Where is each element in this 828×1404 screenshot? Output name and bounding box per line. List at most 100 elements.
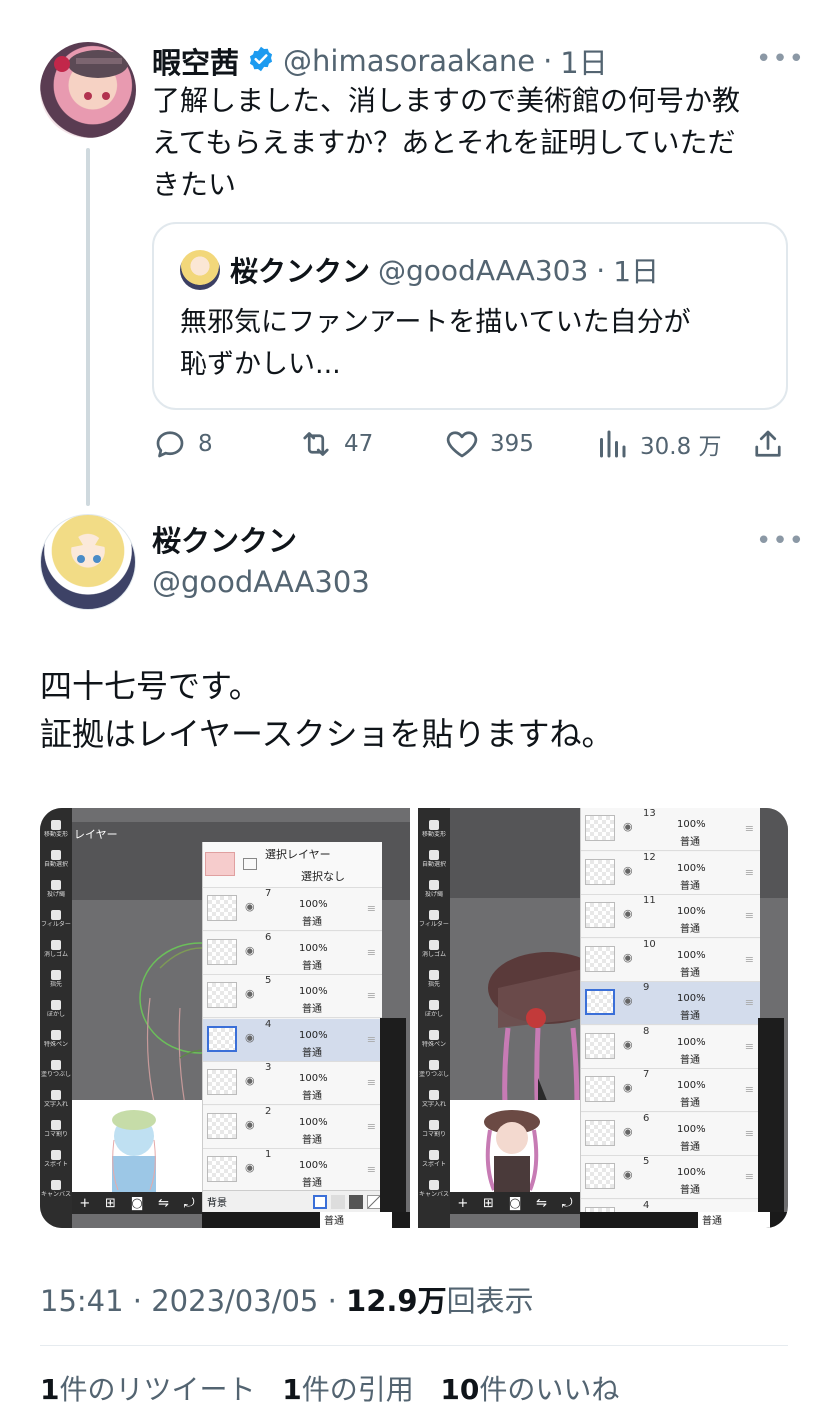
tool-item[interactable]: 自動選択	[40, 846, 72, 876]
drag-handle-icon[interactable]: ≡	[745, 953, 754, 966]
eye-icon[interactable]: ◉	[623, 1168, 633, 1181]
background-row[interactable]: 背景	[203, 1190, 382, 1212]
drag-handle-icon[interactable]: ≡	[367, 946, 376, 959]
add-layer-icon[interactable]: ⊞	[105, 1196, 116, 1211]
drag-handle-icon[interactable]: ≡	[745, 1040, 754, 1053]
eye-icon[interactable]: ◉	[245, 1031, 255, 1044]
avatar-himasoraakane[interactable]	[40, 42, 136, 138]
layer-row[interactable]: 11 ◉ 100% 普通 ≡	[581, 895, 760, 938]
retweet-button[interactable]: 47	[298, 426, 373, 462]
tool-item[interactable]: フィルター	[40, 906, 72, 936]
tool-item[interactable]: 塗りつぶし	[40, 1056, 72, 1086]
layer-row[interactable]: 9 ◉ 100% 普通 ≡	[581, 982, 760, 1025]
tool-item[interactable]: コマ割り	[40, 1116, 72, 1146]
camera-icon[interactable]: ◙	[509, 1196, 522, 1211]
quoted-tweet-card[interactable]: 桜クンクン @goodAAA303 · 1日 無邪気にファンアートを描いていた自…	[152, 222, 788, 410]
eye-icon[interactable]: ◉	[245, 900, 255, 913]
layer-row[interactable]: 10 ◉ 100% 普通 ≡	[581, 938, 760, 982]
tweet-time[interactable]: 15:41	[40, 1284, 124, 1318]
eye-icon[interactable]: ◉	[245, 1118, 255, 1131]
eye-icon[interactable]: ◉	[623, 1125, 633, 1138]
tool-item[interactable]: 特殊ペン	[418, 1026, 450, 1056]
tool-item[interactable]: ぼかし	[418, 996, 450, 1026]
eye-icon[interactable]: ◉	[623, 907, 633, 920]
tweet-date[interactable]: 2023/03/05	[151, 1284, 318, 1318]
tool-item[interactable]: スポイト	[418, 1146, 450, 1176]
flip-icon[interactable]: ⇋	[158, 1196, 169, 1211]
eye-icon[interactable]: ◉	[623, 820, 633, 833]
layer-row[interactable]: 12 ◉ 100% 普通 ≡	[581, 851, 760, 895]
bg-gray-swatch[interactable]	[331, 1195, 345, 1209]
avatar-goodAAA303[interactable]	[40, 514, 136, 610]
tool-item[interactable]: 投げ縄	[418, 876, 450, 906]
tool-item[interactable]: 文字入れ	[418, 1086, 450, 1116]
main-display-name[interactable]: 桜クンクン	[152, 522, 370, 560]
eye-icon[interactable]: ◉	[623, 1038, 633, 1051]
retweets-stat[interactable]: 1件のリツイート	[40, 1373, 256, 1404]
drag-handle-icon[interactable]: ≡	[745, 996, 754, 1009]
tool-item[interactable]: 指先	[40, 966, 72, 996]
drag-handle-icon[interactable]: ≡	[745, 1083, 754, 1096]
blend-mode-select[interactable]: 普通	[320, 1212, 392, 1228]
tool-item[interactable]: 移動変形	[40, 816, 72, 846]
drag-handle-icon[interactable]: ≡	[367, 1120, 376, 1133]
flip-icon[interactable]: ⇋	[536, 1196, 547, 1211]
drag-handle-icon[interactable]: ≡	[367, 1076, 376, 1089]
layer-row[interactable]: 7 ◉ 100% 普通 ≡	[581, 1069, 760, 1112]
selection-checkbox[interactable]	[243, 858, 257, 870]
display-name[interactable]: 暇空茜	[152, 40, 239, 82]
tool-item[interactable]: フィルター	[418, 906, 450, 936]
add-layer-icon[interactable]: ⊞	[483, 1196, 494, 1211]
tool-item[interactable]: 塗りつぶし	[418, 1056, 450, 1086]
eye-icon[interactable]: ◉	[245, 944, 255, 957]
eye-icon[interactable]: ◉	[623, 1081, 633, 1094]
camera-icon[interactable]: ◙	[131, 1196, 144, 1211]
tool-item[interactable]: 投げ縄	[40, 876, 72, 906]
tool-item[interactable]: スポイト	[40, 1146, 72, 1176]
add-icon[interactable]: +	[79, 1196, 90, 1211]
drag-handle-icon[interactable]: ≡	[745, 909, 754, 922]
eye-icon[interactable]: ◉	[623, 994, 633, 1007]
drag-handle-icon[interactable]: ≡	[367, 989, 376, 1002]
layer-row[interactable]: 8 ◉ 100% 普通 ≡	[581, 1025, 760, 1069]
layer-row[interactable]: 5 ◉ 100% 普通 ≡	[203, 975, 382, 1018]
eye-icon[interactable]: ◉	[623, 951, 633, 964]
rotate-icon[interactable]: ⤾	[562, 1196, 573, 1211]
layer-row[interactable]: 13 ◉ 100% 普通 ≡	[581, 808, 760, 851]
drag-handle-icon[interactable]: ≡	[367, 1033, 376, 1046]
drag-handle-icon[interactable]: ≡	[745, 1127, 754, 1140]
drag-handle-icon[interactable]: ≡	[367, 1163, 376, 1176]
attached-image-2[interactable]: 移動変形 自動選択 投げ縄 フィルター 消しゴム 指先 ぼかし 特殊ペン 塗りつぶし 文字入れ コマ…	[418, 808, 788, 1228]
tool-item[interactable]: 消しゴム	[418, 936, 450, 966]
tool-item[interactable]: 指先	[418, 966, 450, 996]
layer-row[interactable]: 6 ◉ 100% 普通 ≡	[581, 1112, 760, 1156]
reply-button[interactable]: 8	[152, 426, 213, 462]
bg-none-swatch[interactable]	[367, 1195, 381, 1209]
drag-handle-icon[interactable]: ≡	[745, 822, 754, 835]
layer-row[interactable]: 6 ◉ 100% 普通 ≡	[203, 931, 382, 975]
eye-icon[interactable]: ◉	[245, 987, 255, 1000]
blend-mode-select[interactable]: 普通	[698, 1212, 770, 1228]
like-button[interactable]: 395	[444, 426, 534, 462]
quotes-stat[interactable]: 1件の引用	[282, 1373, 414, 1404]
rotate-icon[interactable]: ⤾	[184, 1196, 195, 1211]
layer-row[interactable]: 3 ◉ 100% 普通 ≡	[203, 1062, 382, 1105]
likes-stat[interactable]: 10件のいいね	[440, 1373, 619, 1404]
layer-row[interactable]: 4 ◉ 100% 普通 ≡	[203, 1018, 382, 1062]
more-horizontal-icon[interactable]: •••	[756, 44, 805, 74]
more-horizontal-icon[interactable]: •••	[756, 526, 805, 556]
drag-handle-icon[interactable]: ≡	[745, 1170, 754, 1183]
main-handle[interactable]: @goodAAA303	[152, 560, 370, 604]
layer-row[interactable]: 5 ◉ 100% 普通 ≡	[581, 1156, 760, 1199]
eye-icon[interactable]: ◉	[245, 1161, 255, 1174]
eye-icon[interactable]: ◉	[623, 864, 633, 877]
bg-white-swatch[interactable]	[313, 1195, 327, 1209]
handle[interactable]: @himasoraakane	[283, 44, 535, 78]
drag-handle-icon[interactable]: ≡	[745, 866, 754, 879]
drag-handle-icon[interactable]: ≡	[367, 902, 376, 915]
tool-item[interactable]: 消しゴム	[40, 936, 72, 966]
views-button[interactable]: 30.8 万	[594, 426, 722, 462]
layer-row[interactable]: 7 ◉ 100% 普通 ≡	[203, 888, 382, 931]
tool-item[interactable]: コマ割り	[418, 1116, 450, 1146]
add-icon[interactable]: +	[457, 1196, 468, 1211]
